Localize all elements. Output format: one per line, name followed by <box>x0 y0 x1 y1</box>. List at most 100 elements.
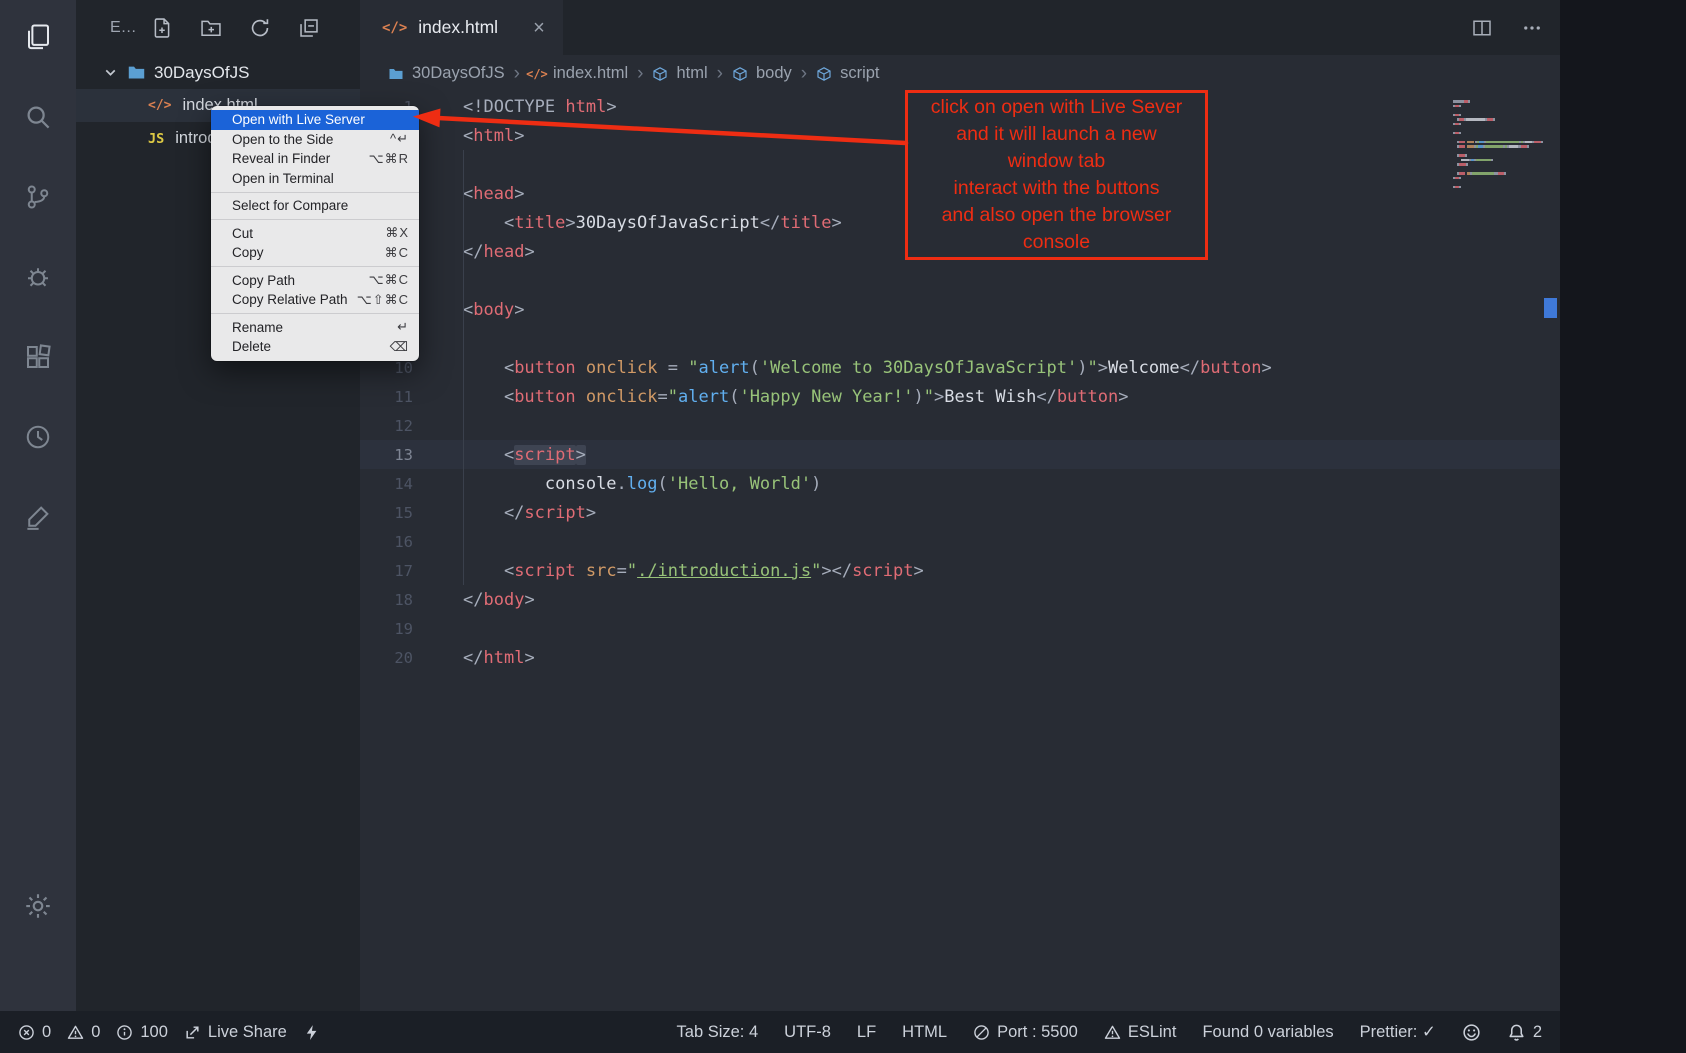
minimap-line <box>1453 154 1543 157</box>
status-prettier[interactable]: Prettier: ✓ <box>1360 1022 1436 1042</box>
split-editor-icon[interactable] <box>1472 18 1492 38</box>
line-number: 14 <box>360 475 430 493</box>
code-text: <script src="./introduction.js"></script… <box>430 561 924 581</box>
explorer-icon[interactable] <box>21 20 55 54</box>
code-line[interactable]: 8<body> <box>360 295 1560 324</box>
menu-separator <box>211 266 419 267</box>
status-smiley[interactable] <box>1462 1023 1481 1042</box>
code-line[interactable]: 16 <box>360 527 1560 556</box>
status-100[interactable]: 100 <box>116 1023 168 1042</box>
line-number: 12 <box>360 417 430 435</box>
folder-icon <box>127 63 146 82</box>
annotation-line: interact with the buttons <box>908 175 1205 202</box>
triangle-warn-icon <box>67 1024 84 1041</box>
status-bolt[interactable] <box>303 1024 320 1041</box>
code-text: <html> <box>430 126 524 146</box>
more-actions-icon[interactable] <box>1522 18 1542 38</box>
line-number: 19 <box>360 620 430 638</box>
status-utf-8[interactable]: UTF-8 <box>784 1023 831 1042</box>
status-found-0-variables[interactable]: Found 0 variables <box>1202 1023 1333 1042</box>
menu-item-delete[interactable]: Delete⌫ <box>211 337 419 357</box>
new-file-icon[interactable] <box>151 17 173 39</box>
extensions-icon[interactable] <box>21 340 55 374</box>
minimap-line <box>1453 177 1543 180</box>
indent-guide <box>463 150 464 585</box>
collapse-all-icon[interactable] <box>298 17 320 39</box>
menu-item-open-with-live-server[interactable]: Open with Live Server <box>211 110 419 130</box>
line-number: 13 <box>360 446 430 464</box>
status-left: 00 100 Live Share <box>18 1023 320 1042</box>
status-right: Tab Size: 4 UTF-8 LF HTML Port : 5500 ESLint F… <box>677 1022 1542 1042</box>
code-line[interactable]: 10 <button onclick = "alert('Welcome to … <box>360 353 1560 382</box>
status-html[interactable]: HTML <box>902 1023 947 1042</box>
menu-item-copy-relative-path[interactable]: Copy Relative Path⌥⇧⌘C <box>211 290 419 310</box>
menu-item-cut[interactable]: Cut⌘X <box>211 224 419 244</box>
menu-item-reveal-in-finder[interactable]: Reveal in Finder⌥⌘R <box>211 149 419 169</box>
settings-gear-icon[interactable] <box>21 889 55 923</box>
explorer-header: E… <box>76 0 360 56</box>
status-live-share[interactable]: Live Share <box>184 1023 287 1042</box>
breadcrumb-item-index-html[interactable]: </>index.html <box>529 64 628 83</box>
minimap-line <box>1453 136 1543 139</box>
code-line[interactable]: 11 <button onclick="alert('Happy New Yea… <box>360 382 1560 411</box>
line-number: 20 <box>360 649 430 667</box>
code-line[interactable]: 17 <script src="./introduction.js"></scr… <box>360 556 1560 585</box>
tab-index-html[interactable]: </> index.html × <box>360 0 563 55</box>
menu-item-open-to-the-side[interactable]: Open to the Side^↵ <box>211 130 419 150</box>
close-icon[interactable]: × <box>533 18 545 38</box>
menu-separator <box>211 219 419 220</box>
menu-separator <box>211 192 419 193</box>
breadcrumb-item-30daysofjs[interactable]: 30DaysOfJS <box>388 64 505 83</box>
code-text: <button onclick = "alert('Welcome to 30D… <box>430 358 1272 378</box>
menu-item-rename[interactable]: Rename↵ <box>211 318 419 338</box>
clock-icon[interactable] <box>21 420 55 454</box>
code-line[interactable]: 12 <box>360 411 1560 440</box>
pen-icon[interactable] <box>21 500 55 534</box>
run-debug-icon[interactable] <box>21 260 55 294</box>
code-line[interactable]: 9 <box>360 324 1560 353</box>
minimap-line <box>1453 141 1543 144</box>
code-line[interactable]: 14 console.log('Hello, World') <box>360 469 1560 498</box>
minimap-line <box>1453 123 1543 126</box>
code-text: <script> <box>430 445 586 465</box>
menu-item-select-for-compare[interactable]: Select for Compare <box>211 196 419 216</box>
status-lf[interactable]: LF <box>857 1023 876 1042</box>
breadcrumb-item-body[interactable]: body <box>732 64 792 83</box>
minimap-line <box>1453 172 1543 175</box>
search-icon[interactable] <box>21 100 55 134</box>
minimap-line <box>1453 163 1543 166</box>
bolt-icon <box>303 1024 320 1041</box>
bell-icon <box>1507 1023 1526 1042</box>
code-line[interactable]: 13 <script> <box>360 440 1560 469</box>
menu-item-open-in-terminal[interactable]: Open in Terminal <box>211 169 419 189</box>
status-eslint[interactable]: ESLint <box>1104 1023 1177 1042</box>
code-line[interactable]: 18</body> <box>360 585 1560 614</box>
breadcrumb-item-script[interactable]: script <box>816 64 879 83</box>
breadcrumb: 30DaysOfJS›</>index.html›html›body›scrip… <box>360 55 1560 92</box>
tabbar-actions <box>1472 0 1542 55</box>
status-0[interactable]: 0 <box>18 1023 51 1042</box>
refresh-icon[interactable] <box>249 17 271 39</box>
new-folder-icon[interactable] <box>200 17 222 39</box>
code-line[interactable]: 7 <box>360 266 1560 295</box>
code-text: <!DOCTYPE html> <box>430 97 617 117</box>
status-port-5500[interactable]: Port : 5500 <box>973 1023 1078 1042</box>
menu-item-copy[interactable]: Copy⌘C <box>211 243 419 263</box>
breadcrumb-item-html[interactable]: html <box>652 64 707 83</box>
annotation-line: click on open with Live Sever <box>908 94 1205 121</box>
minimap-line <box>1453 159 1543 162</box>
status-2[interactable]: 2 <box>1507 1023 1542 1042</box>
status-0[interactable]: 0 <box>67 1023 100 1042</box>
code-text: <head> <box>430 184 524 204</box>
line-number: 16 <box>360 533 430 551</box>
code-line[interactable]: 20</html> <box>360 643 1560 672</box>
code-line[interactable]: 15 </script> <box>360 498 1560 527</box>
minimap[interactable] <box>1453 100 1543 188</box>
menu-item-copy-path[interactable]: Copy Path⌥⌘C <box>211 271 419 291</box>
minimap-line <box>1453 150 1543 153</box>
code-line[interactable]: 19 <box>360 614 1560 643</box>
folder-row-30daysofjs[interactable]: 30DaysOfJS <box>76 56 360 89</box>
status-tab-size-4[interactable]: Tab Size: 4 <box>677 1023 759 1042</box>
line-number: 17 <box>360 562 430 580</box>
source-control-icon[interactable] <box>21 180 55 214</box>
